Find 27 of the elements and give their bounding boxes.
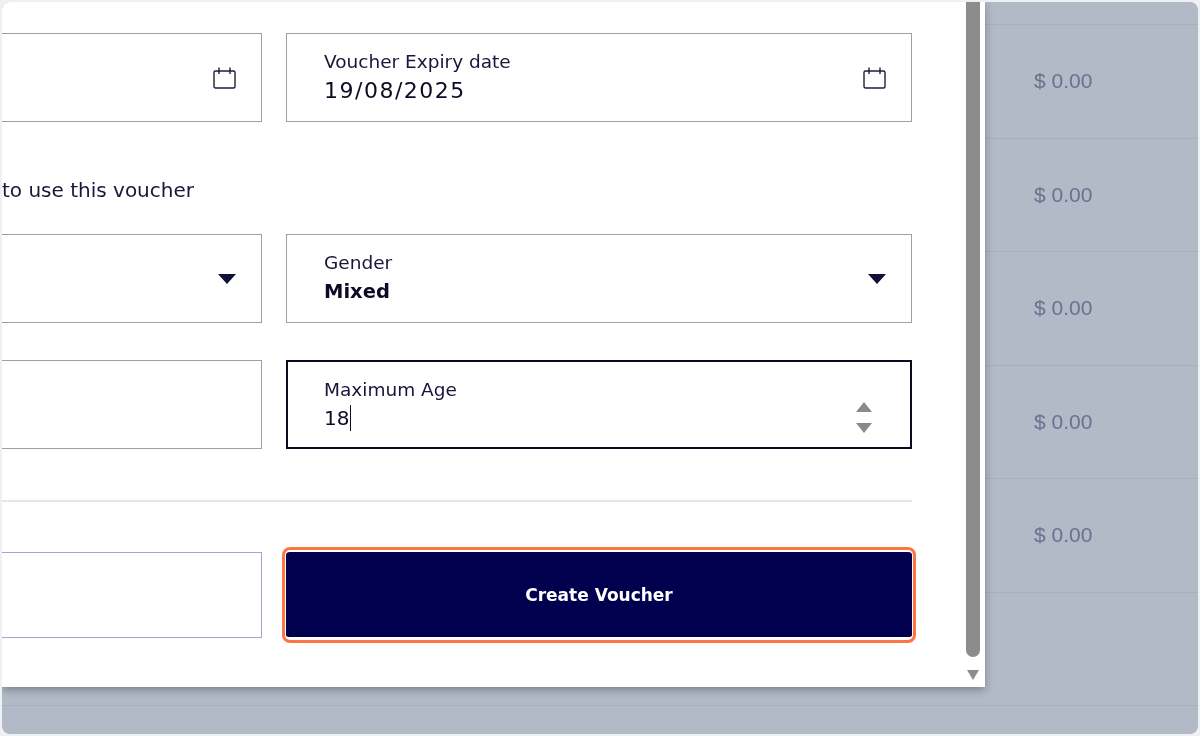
primary-button[interactable]: Create Voucher	[282, 547, 916, 643]
input-field[interactable]	[2, 360, 262, 449]
field-value: 19/08/2025	[324, 76, 466, 105]
field-label: Voucher Expiry date	[324, 50, 511, 73]
amount-cell: $ 0.00	[1034, 295, 1093, 322]
caret-down-icon[interactable]	[218, 273, 236, 284]
number-field[interactable]: Maximum Age 18	[286, 360, 912, 449]
caret-down-icon[interactable]	[868, 273, 886, 284]
amount-cell: $ 0.00	[1034, 68, 1093, 95]
field-value: 18	[324, 404, 352, 431]
section-title: to use this voucher	[2, 177, 194, 203]
field-label: Maximum Age	[324, 378, 457, 401]
outline-button[interactable]	[2, 552, 262, 638]
spin-arrows-icon[interactable]	[856, 402, 872, 433]
date-field[interactable]: Voucher Expiry date 19/08/2025	[286, 33, 912, 122]
dropdown-field[interactable]	[2, 234, 262, 323]
amount-cell: $ 0.00	[1034, 522, 1093, 549]
scroll-down-arrow-icon[interactable]	[967, 670, 979, 680]
field-value: Mixed	[324, 278, 390, 305]
field-label: Gender	[324, 251, 393, 274]
amount-cell: $ 0.00	[1034, 408, 1093, 435]
calendar-icon[interactable]	[213, 66, 236, 89]
scrollbar-thumb[interactable]	[966, 2, 980, 657]
dropdown-field[interactable]: Gender Mixed	[286, 234, 912, 323]
calendar-icon[interactable]	[863, 66, 886, 89]
amount-cell: $ 0.00	[1034, 181, 1093, 208]
date-field[interactable]	[2, 33, 262, 122]
